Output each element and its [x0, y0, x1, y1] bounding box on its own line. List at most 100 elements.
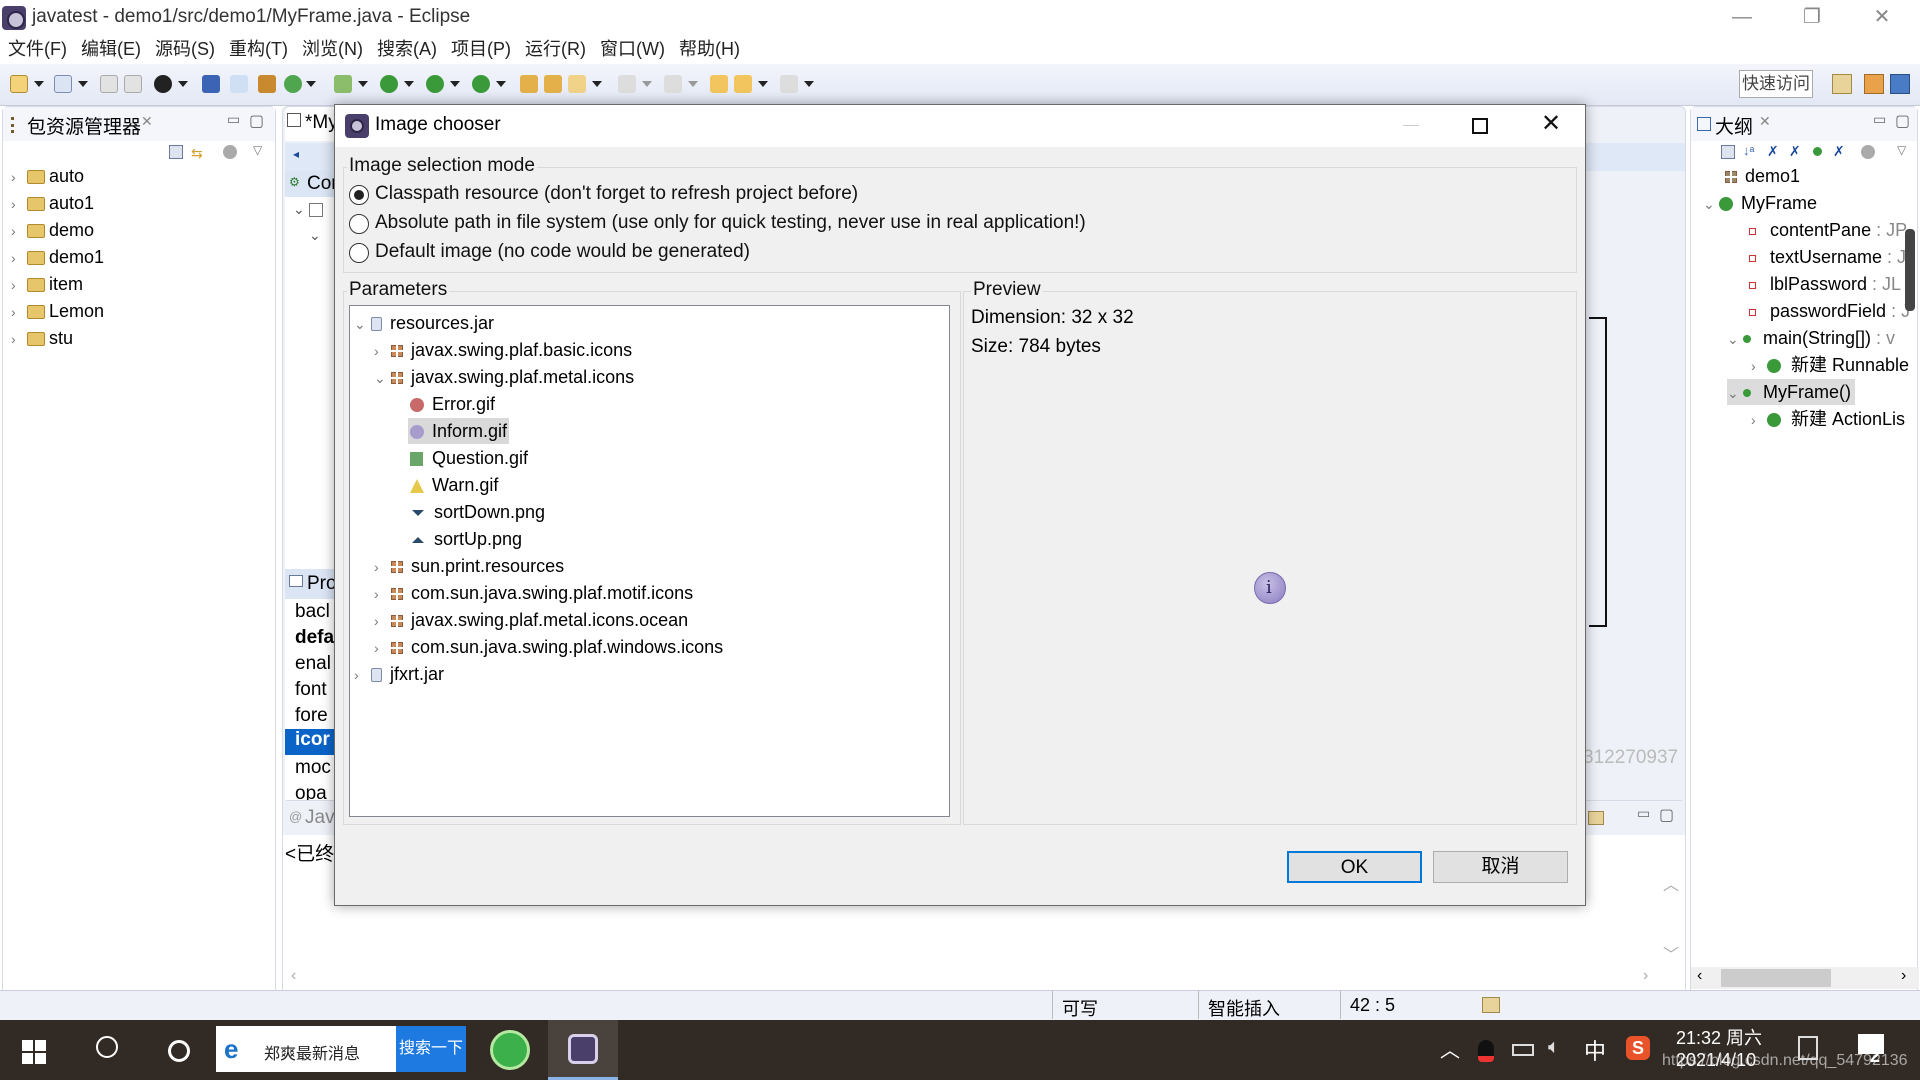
forward-dropdown-icon[interactable] — [804, 81, 814, 87]
tree-node-package[interactable]: › javax.swing.plaf.basic.icons — [374, 337, 632, 363]
progress-icon[interactable] — [1482, 997, 1500, 1013]
menu-navigate[interactable]: 浏览(N) — [302, 36, 363, 64]
classpath-radio[interactable] — [349, 185, 369, 205]
menu-project[interactable]: 项目(P) — [451, 36, 511, 64]
news-search-box[interactable]: e 郑爽最新消息 — [216, 1026, 396, 1072]
view-menu-icon[interactable]: ▽ — [1897, 143, 1906, 157]
default-image-radio[interactable] — [349, 243, 369, 263]
outline-item[interactable]: › 新建 ActionLis — [1751, 406, 1905, 432]
link-editor-icon[interactable]: ⇆ — [191, 145, 207, 161]
tree-node-package[interactable]: › sun.print.resources — [374, 553, 564, 579]
minimize-console-icon[interactable]: ▭ — [1637, 805, 1650, 822]
maximize-console-icon[interactable]: ▢ — [1659, 805, 1674, 825]
dialog-maximize-button[interactable] — [1472, 118, 1488, 134]
next-annotation-icon[interactable] — [618, 75, 636, 93]
project-item[interactable]: › demo1 — [11, 244, 104, 270]
hide-local-types-icon[interactable]: ✗ — [1833, 143, 1845, 160]
debug-target-dropdown-icon[interactable] — [178, 81, 188, 87]
debug-target-icon[interactable] — [154, 75, 172, 93]
outline-item[interactable]: passwordField : J — [1749, 298, 1910, 324]
next-annotation-dropdown-icon[interactable] — [642, 81, 652, 87]
console-display-icon[interactable] — [1588, 811, 1604, 825]
start-button[interactable] — [22, 1040, 46, 1064]
property-row[interactable]: defa — [295, 627, 334, 649]
minimize-view-icon[interactable]: ▭ — [227, 111, 240, 128]
menu-search[interactable]: 搜索(A) — [377, 36, 437, 64]
close-button[interactable]: ✕ — [1852, 0, 1912, 36]
scroll-down-icon[interactable]: ﹀ — [1663, 941, 1679, 965]
view-menu-filter-icon[interactable] — [223, 145, 237, 159]
minimize-button[interactable]: — — [1712, 0, 1772, 36]
outline-item[interactable]: contentPane : JP — [1749, 217, 1907, 243]
close-view-icon[interactable]: ✕ — [141, 113, 153, 130]
search-tool-icon[interactable] — [230, 75, 248, 93]
editor-tab[interactable]: *My — [305, 112, 338, 134]
collapse-icon[interactable]: › — [374, 635, 386, 661]
back-dropdown-icon[interactable] — [758, 81, 768, 87]
menu-window[interactable]: 窗口(W) — [600, 36, 665, 64]
outline-item[interactable]: demo1 — [1725, 163, 1800, 189]
new-class-dropdown-icon[interactable] — [306, 81, 316, 87]
scroll-right-icon[interactable]: › — [1643, 967, 1648, 985]
absolute-path-radio-label[interactable]: Absolute path in file system (use only f… — [375, 212, 1086, 234]
dialog-minimize-button[interactable] — [1403, 125, 1419, 126]
collapse-icon[interactable]: › — [374, 581, 386, 607]
annotation-icon[interactable] — [568, 75, 586, 93]
new-dropdown-icon[interactable] — [34, 81, 44, 87]
outline-item[interactable]: textUsername : J — [1749, 244, 1906, 270]
maximize-outline-icon[interactable]: ▢ — [1895, 111, 1910, 131]
run-coverage-icon[interactable] — [426, 75, 444, 93]
tree-node-package[interactable]: › com.sun.java.swing.plaf.motif.icons — [374, 580, 693, 606]
tree-node-image[interactable]: sortDown.png — [412, 499, 545, 525]
expand-icon[interactable]: ⌄ — [309, 227, 321, 244]
ok-button[interactable]: OK — [1287, 851, 1422, 883]
search-icon[interactable] — [96, 1036, 118, 1058]
outline-title[interactable]: 大纲 — [1715, 112, 1753, 139]
view-menu-icon[interactable]: ▽ — [253, 143, 262, 157]
menu-source[interactable]: 源码(S) — [155, 36, 215, 64]
java-perspective-icon[interactable] — [1890, 74, 1910, 94]
run-icon[interactable] — [380, 75, 398, 93]
java-ee-perspective-icon[interactable] — [1864, 74, 1884, 94]
resource-tree[interactable]: ⌄ resources.jar › javax.swing.plaf.basic… — [349, 305, 950, 817]
menu-run[interactable]: 运行(R) — [525, 36, 586, 64]
scroll-left-icon[interactable]: ‹ — [1697, 967, 1702, 985]
tree-node-jar[interactable]: ⌄ resources.jar — [354, 310, 494, 336]
tree-node-image-selected[interactable]: Inform.gif — [408, 418, 510, 444]
cancel-button[interactable]: 取消 — [1433, 851, 1568, 883]
dialog-close-button[interactable]: ✕ — [1541, 109, 1561, 138]
new-icon[interactable] — [10, 75, 28, 93]
scroll-left-icon[interactable]: ‹ — [291, 967, 296, 985]
project-item[interactable]: › auto — [11, 163, 84, 189]
property-row[interactable]: fore — [295, 705, 328, 727]
menu-file[interactable]: 文件(F) — [8, 36, 67, 64]
scroll-right-icon[interactable]: › — [1901, 967, 1906, 985]
open-perspective-icon[interactable] — [1832, 74, 1852, 94]
debug-dropdown-icon[interactable] — [358, 81, 368, 87]
menu-edit[interactable]: 编辑(E) — [81, 36, 141, 64]
maximize-view-icon[interactable]: ▢ — [249, 111, 264, 131]
qq-icon[interactable] — [1478, 1040, 1494, 1062]
tree-node-package[interactable]: › javax.swing.plaf.metal.icons.ocean — [374, 607, 688, 633]
collapse-all-icon[interactable] — [1721, 145, 1735, 159]
tree-node-package[interactable]: › com.sun.java.swing.plaf.windows.icons — [374, 634, 723, 660]
external-tools-dropdown-icon[interactable] — [496, 81, 506, 87]
property-row[interactable]: moc — [295, 757, 331, 779]
save-icon[interactable] — [100, 75, 118, 93]
tree-node-image[interactable]: Question.gif — [410, 445, 528, 471]
default-image-radio-label[interactable]: Default image (no code would be generate… — [375, 241, 750, 263]
project-item[interactable]: › item — [11, 271, 83, 297]
show-hidden-icons[interactable]: ︿ — [1440, 1034, 1460, 1063]
project-item[interactable]: › stu — [11, 325, 73, 351]
collapse-icon[interactable]: › — [374, 338, 386, 364]
battery-icon[interactable] — [1512, 1044, 1534, 1056]
tree-node-image[interactable]: Error.gif — [410, 391, 495, 417]
tree-node-image[interactable]: sortUp.png — [412, 526, 522, 552]
expand-icon[interactable]: ⌄ — [293, 201, 305, 218]
focus-icon[interactable] — [1861, 145, 1875, 159]
task-view-icon[interactable] — [1798, 1036, 1818, 1060]
open-task-icon[interactable] — [544, 75, 562, 93]
collapse-icon[interactable]: › — [374, 608, 386, 634]
browser-app-icon[interactable] — [490, 1030, 530, 1070]
search-news-button[interactable]: 搜索一下 — [396, 1026, 466, 1072]
